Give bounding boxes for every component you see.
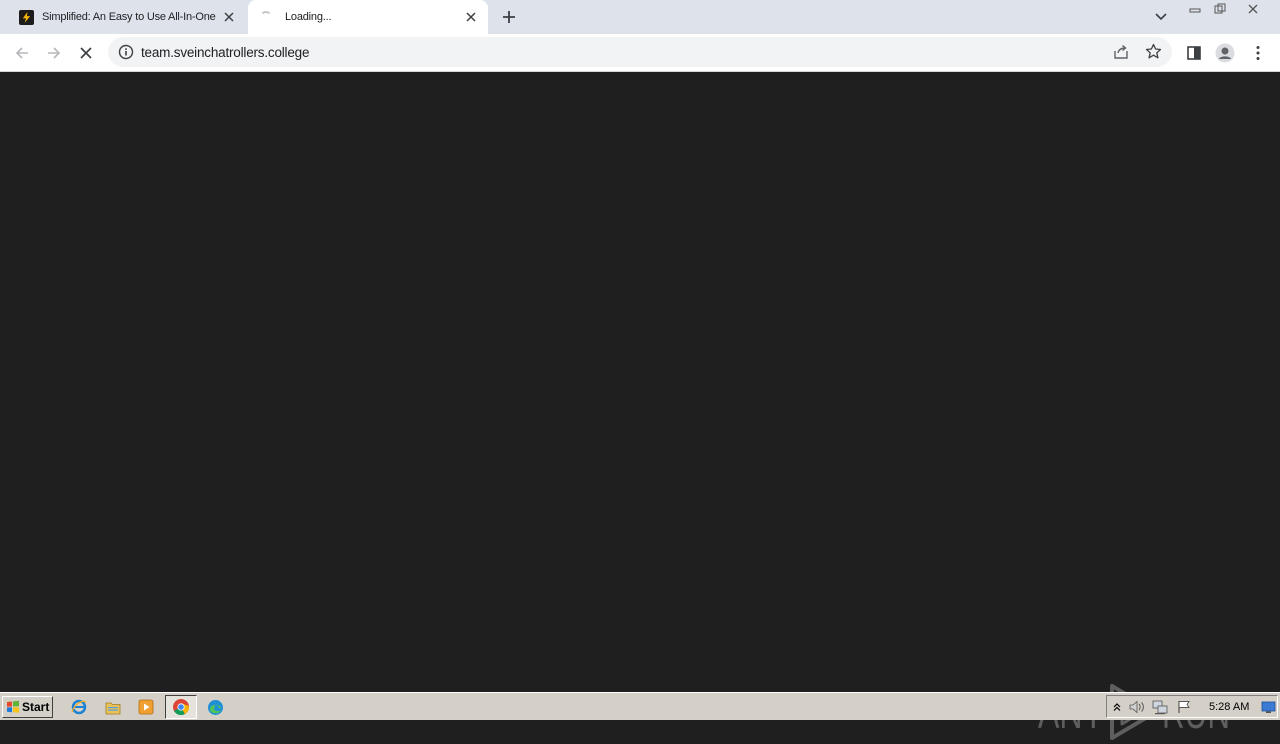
stop-icon: [80, 47, 92, 59]
new-tab-button[interactable]: [498, 7, 520, 27]
file-explorer-icon[interactable]: [104, 698, 122, 716]
internet-explorer-icon[interactable]: [70, 698, 88, 716]
tab-search-button[interactable]: [1152, 8, 1170, 26]
site-info-icon[interactable]: [118, 44, 134, 63]
address-bar[interactable]: team.sveinchatrollers.college: [108, 37, 1172, 67]
chevron-down-icon: [1155, 13, 1167, 21]
close-icon: [1248, 4, 1258, 13]
profile-button[interactable]: [1214, 42, 1236, 64]
restore-window-button[interactable]: [1209, 0, 1231, 17]
bookmark-star-icon[interactable]: [1145, 43, 1162, 63]
minimize-window-button[interactable]: [1184, 0, 1206, 17]
edge-icon[interactable]: [206, 698, 224, 716]
media-player-icon[interactable]: [137, 698, 155, 716]
windows-taskbar: Start 5:28 AM: [0, 692, 1280, 720]
network-icon[interactable]: [1152, 699, 1168, 715]
share-icon[interactable]: [1113, 44, 1129, 63]
tab-strip: Simplified: An Easy to Use All-In-One Lo…: [0, 0, 1280, 34]
close-window-button[interactable]: [1236, 0, 1270, 17]
side-panel-icon: [1187, 46, 1201, 60]
plus-icon: [503, 11, 515, 23]
avatar-icon: [1215, 43, 1235, 63]
chrome-taskbar-button[interactable]: [165, 695, 197, 719]
windows-flag-icon: [7, 700, 19, 713]
arrow-right-icon: [48, 47, 61, 59]
action-center-flag-icon[interactable]: [1176, 699, 1192, 715]
back-button[interactable]: [11, 42, 33, 64]
tab-simplified[interactable]: Simplified: An Easy to Use All-In-One: [8, 0, 246, 34]
page-content: ANY RUN: [0, 72, 1280, 740]
loading-spinner-icon: [260, 11, 272, 23]
tab-title: Loading...: [285, 11, 332, 23]
side-panel-button[interactable]: [1183, 42, 1205, 64]
system-tray: 5:28 AM: [1106, 695, 1278, 718]
chrome-icon: [173, 699, 189, 715]
lightning-bolt-icon: [19, 9, 34, 25]
tab-loading[interactable]: Loading...: [248, 0, 488, 34]
restore-icon: [1214, 3, 1226, 13]
stop-loading-button[interactable]: [75, 42, 97, 64]
browser-menu-button[interactable]: [1247, 42, 1269, 64]
forward-button[interactable]: [43, 42, 65, 64]
volume-icon[interactable]: [1129, 699, 1145, 715]
browser-toolbar: team.sveinchatrollers.college: [0, 34, 1280, 72]
show-hidden-icons-icon[interactable]: [1109, 699, 1125, 715]
start-label: Start: [22, 700, 50, 714]
close-tab-icon[interactable]: [220, 8, 238, 26]
start-button[interactable]: Start: [2, 696, 53, 718]
close-tab-icon[interactable]: [462, 8, 480, 26]
minimize-icon: [1189, 8, 1201, 12]
tab-title: Simplified: An Easy to Use All-In-One: [42, 11, 216, 23]
taskbar-clock[interactable]: 5:28 AM: [1209, 701, 1249, 713]
arrow-left-icon: [15, 47, 28, 59]
kebab-menu-icon: [1256, 46, 1260, 60]
show-desktop-icon[interactable]: [1260, 699, 1276, 715]
url-text: team.sveinchatrollers.college: [141, 45, 310, 60]
